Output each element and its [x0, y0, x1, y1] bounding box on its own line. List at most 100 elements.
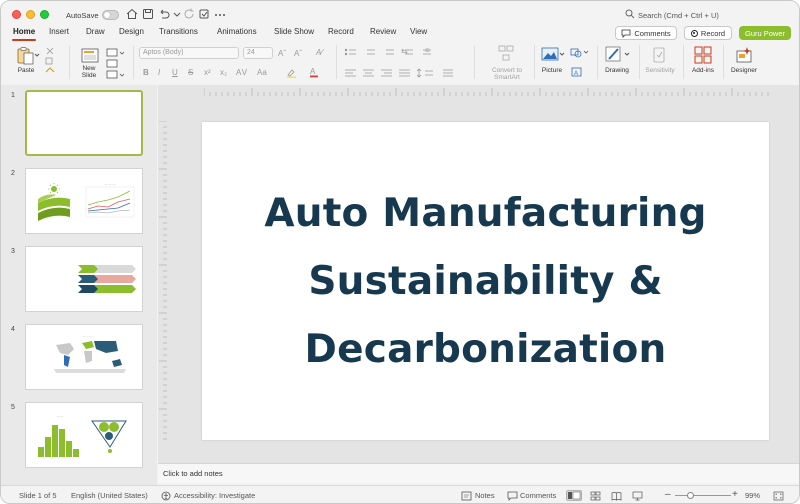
comments-status-icon[interactable]	[507, 491, 518, 501]
comment-icon	[621, 29, 631, 38]
picture-dropdown-icon[interactable]	[559, 51, 565, 57]
tab-insert[interactable]: Insert	[49, 27, 69, 36]
increase-font-icon[interactable]: Aˆ	[278, 49, 286, 58]
zoom-out-button[interactable]: –	[665, 489, 671, 500]
close-window-button[interactable]	[12, 10, 21, 19]
new-slide-icon[interactable]	[81, 48, 99, 64]
highlight-color-icon[interactable]	[286, 68, 302, 78]
layout-tools-icons[interactable]	[106, 47, 128, 79]
designer-icon[interactable]	[735, 46, 753, 64]
undo-icon[interactable]	[157, 7, 171, 21]
more-options-icon[interactable]	[213, 7, 227, 21]
paste-label: Paste	[17, 67, 35, 74]
change-case-icon[interactable]: Aa	[257, 68, 267, 77]
redo-icon[interactable]	[182, 7, 196, 21]
save-icon[interactable]	[141, 7, 155, 21]
designer-label: Designer	[730, 67, 757, 74]
slide-title-line-3: Decarbonization	[304, 327, 667, 372]
decrease-font-icon[interactable]: Aˇ	[294, 49, 302, 58]
slide-count: Slide 1 of 5	[19, 491, 57, 500]
format-painter-icon[interactable]	[197, 7, 211, 21]
accessibility-icon[interactable]	[161, 491, 171, 501]
record-button[interactable]: Record	[684, 26, 732, 40]
italic-icon[interactable]: I	[158, 68, 160, 77]
tab-animations[interactable]: Animations	[217, 27, 257, 36]
search-icon	[625, 9, 635, 19]
sensitivity-icon[interactable]	[652, 46, 666, 64]
text-direction-icon[interactable]: ⇆	[401, 47, 408, 56]
clipboard-tools-icons[interactable]	[44, 46, 56, 76]
superscript-icon[interactable]: x²	[204, 68, 211, 77]
normal-view-icon[interactable]	[566, 490, 582, 501]
language-status[interactable]: English (United States)	[71, 491, 148, 500]
slide-thumbnail-5[interactable]: — —	[25, 402, 143, 468]
slide-thumbnail-4[interactable]: — — —	[25, 324, 143, 390]
slideshow-view-icon[interactable]	[632, 491, 643, 501]
zoom-slider-track[interactable]	[675, 495, 731, 496]
tab-design[interactable]: Design	[119, 27, 144, 36]
svg-text:A: A	[310, 67, 316, 76]
notes-icon[interactable]	[461, 491, 472, 501]
slide-thumbnails-pane[interactable]: 1 2 — — — 3 4 — — — 5 — —	[1, 85, 157, 485]
drawing-icon[interactable]	[605, 46, 623, 64]
zoom-level[interactable]: 99%	[745, 491, 760, 500]
accessibility-status[interactable]: Accessibility: Investigate	[174, 491, 255, 500]
notes-pane[interactable]: Click to add notes	[158, 463, 799, 483]
convert-smartart-label: Convert to SmartArt	[485, 67, 529, 81]
tab-transitions[interactable]: Transitions	[159, 27, 198, 36]
shapes-icons[interactable]: A	[570, 47, 592, 79]
svg-text:A: A	[574, 71, 578, 77]
zoom-in-button[interactable]: +	[732, 489, 738, 500]
minimize-window-button[interactable]	[26, 10, 35, 19]
bold-icon[interactable]: B	[143, 68, 149, 77]
columns-icon[interactable]: ≡	[425, 46, 430, 55]
slide-title-line-2: Sustainability &	[308, 259, 663, 304]
tab-record[interactable]: Record	[328, 27, 354, 36]
tab-review[interactable]: Review	[370, 27, 396, 36]
slide-number: 5	[11, 404, 15, 411]
slide-title[interactable]: Auto Manufacturing Sustainability & Deca…	[202, 180, 769, 384]
tab-view[interactable]: View	[410, 27, 427, 36]
home-icon[interactable]	[125, 7, 139, 21]
font-size-dropdown[interactable]: 24	[243, 47, 273, 59]
fit-to-window-icon[interactable]	[773, 491, 784, 501]
current-slide[interactable]: Auto Manufacturing Sustainability & Deca…	[202, 122, 769, 440]
tab-draw[interactable]: Draw	[86, 27, 105, 36]
convert-smartart-line1: Convert to	[492, 67, 522, 74]
slide-number: 1	[11, 92, 15, 99]
svg-text:— — —: — — —	[83, 334, 94, 338]
powerpoint-window: AutoSave Search (Cmd + Ctrl + U) Home In…	[0, 0, 800, 504]
zoom-slider-thumb[interactable]	[687, 492, 694, 499]
comments-status-button[interactable]: Comments	[520, 491, 556, 500]
slide-thumbnail-3[interactable]	[25, 246, 143, 312]
clear-formatting-icon[interactable]: A⁄	[316, 48, 323, 57]
thumbnail-3-graphics	[78, 265, 136, 293]
picture-icon[interactable]	[541, 47, 559, 61]
smartart-icon[interactable]	[498, 45, 514, 61]
strikethrough-icon[interactable]: S	[188, 68, 193, 77]
font-color-icon[interactable]: A	[309, 67, 325, 78]
paste-dropdown-icon[interactable]	[34, 52, 40, 58]
subscript-icon[interactable]: x₂	[220, 68, 227, 77]
comments-button[interactable]: Comments	[615, 26, 677, 40]
font-name-dropdown[interactable]: Aptos (Body)	[139, 47, 239, 59]
character-spacing-icon[interactable]: AV	[236, 68, 248, 77]
slide-sorter-icon[interactable]	[590, 491, 601, 501]
addins-icon[interactable]	[694, 46, 712, 64]
underline-icon[interactable]: U	[172, 68, 178, 77]
guru-power-button[interactable]: Guru Power	[739, 26, 791, 40]
drawing-dropdown-icon[interactable]	[624, 51, 630, 57]
slide-thumbnail-1[interactable]	[25, 90, 143, 156]
zoom-window-button[interactable]	[40, 10, 49, 19]
reading-view-icon[interactable]	[611, 491, 622, 501]
thumbnail-5-graphics: — —	[38, 414, 127, 457]
tab-home[interactable]: Home	[11, 27, 37, 41]
tab-slide-show[interactable]: Slide Show	[274, 27, 314, 36]
search-box[interactable]: Search (Cmd + Ctrl + U)	[638, 11, 719, 20]
autosave-toggle[interactable]	[102, 10, 119, 20]
notes-button[interactable]: Notes	[475, 491, 495, 500]
ribbon-home: Paste New Slide Aptos (Body) 24 Aˆ Aˇ A⁄ …	[1, 43, 799, 81]
sensitivity-label: Sensitivity	[645, 67, 675, 74]
thumbnail-2-graphics: — — —	[38, 182, 135, 221]
slide-thumbnail-2[interactable]: — — —	[25, 168, 143, 234]
